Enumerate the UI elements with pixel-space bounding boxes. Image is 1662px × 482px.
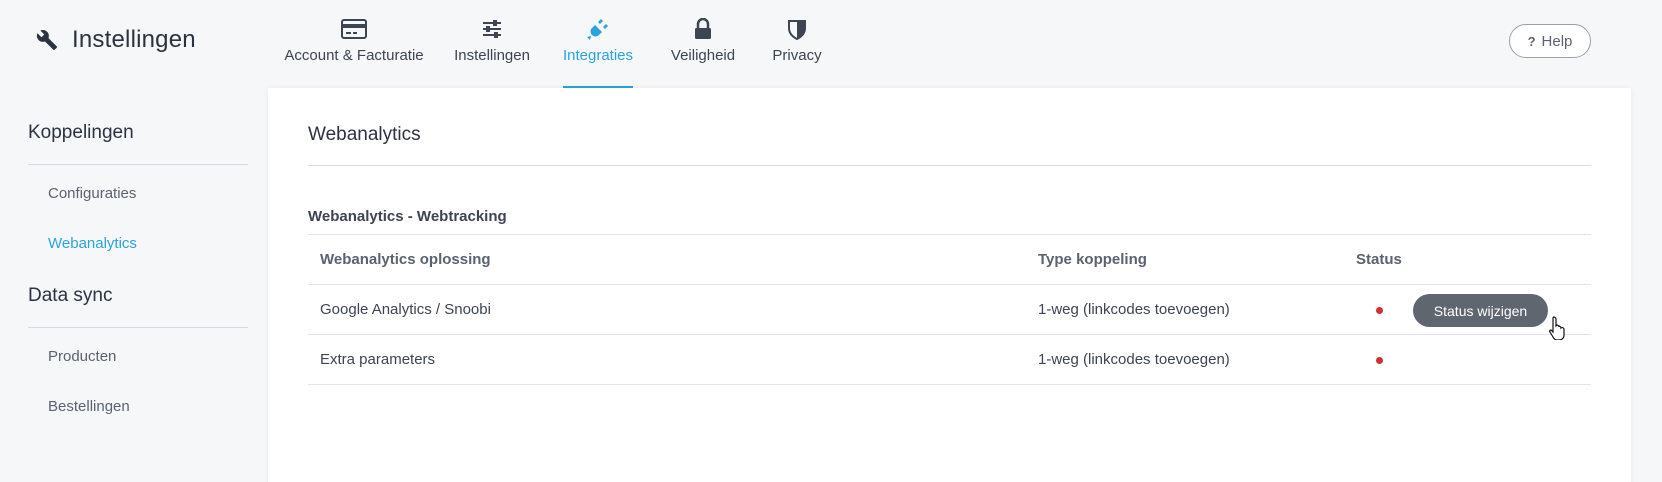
tab-integraties[interactable]: Integraties	[563, 0, 633, 88]
table-row[interactable]: Google Analytics / Snoobi 1-weg (linkcod…	[308, 284, 1591, 335]
tab-privacy[interactable]: Privacy	[772, 0, 822, 88]
divider	[28, 327, 248, 328]
sliders-icon	[478, 17, 506, 41]
sidebar-item-bestellingen[interactable]: Bestellingen	[28, 394, 248, 444]
tab-label: Account & Facturatie	[284, 47, 424, 64]
hand-cursor-icon	[1548, 316, 1565, 340]
solution-name: Google Analytics / Snoobi	[308, 284, 1038, 335]
change-status-button[interactable]: Status wijzigen	[1413, 294, 1548, 327]
status-indicator	[1376, 307, 1383, 314]
tab-label: Privacy	[772, 47, 822, 64]
sidebar-heading-koppelingen: Koppelingen	[28, 122, 134, 143]
top-nav: Account & Facturatie Instellingen Integr…	[284, 0, 822, 88]
tab-veiligheid[interactable]: Veiligheid	[671, 0, 735, 88]
sidebar-item-webanalytics[interactable]: Webanalytics	[28, 231, 248, 281]
sidebar-item-producten[interactable]: Producten	[28, 344, 248, 394]
divider	[28, 164, 248, 165]
credit-card-icon	[340, 17, 368, 41]
sidebar-heading-data-sync: Data sync	[28, 285, 113, 306]
sidebar: Koppelingen Configuraties Webanalytics D…	[28, 118, 248, 444]
main-panel: Webanalytics Webanalytics - Webtracking …	[268, 88, 1631, 482]
page-title: Instellingen	[72, 26, 196, 53]
wrench-icon	[36, 29, 58, 51]
plug-icon	[584, 17, 612, 41]
connection-type: 1-weg (linkcodes toevoegen)	[1038, 334, 1356, 385]
status-indicator	[1376, 357, 1383, 364]
column-header: Type koppeling	[1038, 234, 1356, 285]
tab-label: Veiligheid	[670, 47, 736, 64]
solution-name: Extra parameters	[308, 334, 1038, 385]
question-icon: ?	[1527, 33, 1536, 49]
table-row[interactable]: Extra parameters 1-weg (linkcodes toevoe…	[308, 334, 1591, 385]
sidebar-item-configuraties[interactable]: Configuraties	[28, 181, 248, 231]
top-header: Instellingen Account & Facturatie Instel…	[0, 0, 1662, 88]
status-cell	[1356, 334, 1591, 385]
divider	[308, 165, 1591, 166]
help-button[interactable]: ? Help	[1509, 24, 1591, 58]
tab-label: Integraties	[562, 47, 634, 64]
shield-icon	[783, 17, 811, 41]
section-title: Webanalytics - Webtracking	[308, 208, 507, 225]
tab-label: Instellingen	[454, 47, 530, 64]
tab-account-facturatie[interactable]: Account & Facturatie	[284, 0, 424, 88]
connection-type: 1-weg (linkcodes toevoegen)	[1038, 284, 1356, 335]
tab-instellingen[interactable]: Instellingen	[454, 0, 530, 88]
panel-title: Webanalytics	[308, 124, 421, 145]
column-header: Status	[1356, 234, 1591, 285]
page-brand: Instellingen	[36, 26, 196, 54]
help-label: Help	[1541, 32, 1573, 50]
webanalytics-table: Webanalytics oplossing Type koppeling St…	[308, 234, 1591, 385]
lock-icon	[689, 17, 717, 41]
column-header: Webanalytics oplossing	[308, 234, 1038, 285]
table-header-row: Webanalytics oplossing Type koppeling St…	[308, 234, 1591, 285]
